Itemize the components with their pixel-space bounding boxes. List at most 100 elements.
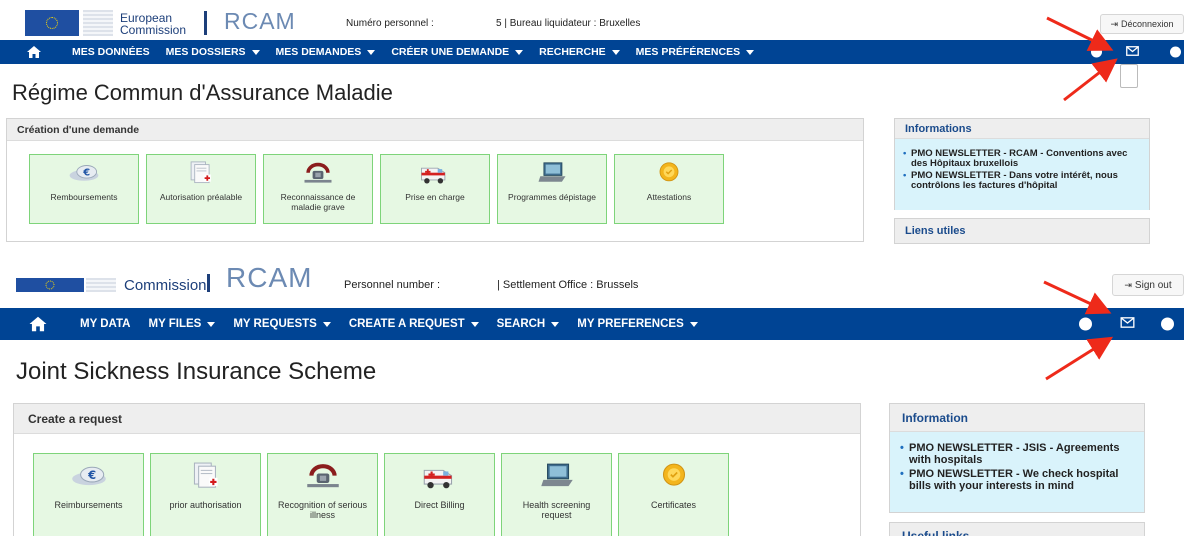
- laptop-icon: [535, 161, 569, 189]
- nav-menu: MES DONNÉES MES DOSSIERS MES DEMANDES CRÉER…: [72, 40, 770, 64]
- app-name: RCAM: [224, 8, 296, 34]
- info-icon[interactable]: i: [1161, 317, 1174, 331]
- request-tile-4[interactable]: Direct Billing: [384, 453, 495, 536]
- eu-flag-logo: [25, 10, 79, 36]
- request-tile-1[interactable]: € Reimbursements: [33, 453, 144, 536]
- nav-item-4[interactable]: CREATE A REQUEST: [349, 318, 479, 330]
- news-link[interactable]: PMO NEWSLETTER - We check hospital bills…: [900, 468, 1136, 492]
- main-nav: MES DONNÉES MES DOSSIERS MES DEMANDES CRÉER…: [0, 40, 1184, 64]
- tile-label: Certificates: [650, 500, 696, 510]
- nav-item-1[interactable]: MY DATA: [80, 318, 130, 330]
- logo-text-commission: Commission: [120, 23, 187, 37]
- tile-label: Recognition of serious illness: [277, 500, 368, 521]
- chevron-down-icon: [251, 49, 260, 55]
- personnel-number-label: Numéro personnel :: [346, 18, 434, 29]
- nav-menu: MY DATA MY FILES MY REQUESTS CREATE A REQUE…: [80, 308, 716, 340]
- information-panel: Informations PMO NEWSLETTER - RCAM - Con…: [894, 118, 1150, 210]
- nav-item-label: MY PREFERENCES: [577, 318, 684, 330]
- chevron-down-icon: [322, 321, 331, 327]
- logout-label: Sign out: [1134, 280, 1172, 291]
- svg-text:€: €: [82, 167, 90, 178]
- information-panel: Information PMO NEWSLETTER - JSIS - Agre…: [889, 403, 1145, 513]
- settlement-office: 5 | Bureau liquidateur : Bruxelles: [496, 18, 641, 29]
- rcam-french-screen: European Commission RCAM Numéro personne…: [0, 0, 1184, 244]
- chevron-down-icon: [515, 49, 524, 55]
- nav-item-label: MES PRÉFÉRENCES: [635, 46, 741, 58]
- prescription-document-icon: [184, 161, 218, 189]
- nav-item-2[interactable]: MES DOSSIERS: [166, 46, 260, 58]
- sign-out-icon: ⇥: [1110, 19, 1118, 29]
- create-request-panel: Create a request € Reimbursements prior au…: [13, 403, 861, 536]
- logout-button[interactable]: ⇥ Sign out: [1112, 274, 1184, 296]
- logo-stripes: [83, 10, 113, 36]
- ambulance-icon: [418, 161, 452, 189]
- tile-label: Prise en charge: [405, 192, 465, 202]
- request-tile-3[interactable]: Reconnaissance de maladie grave: [263, 154, 373, 224]
- logo-divider: [207, 274, 210, 292]
- nav-item-6[interactable]: MY PREFERENCES: [577, 318, 698, 330]
- jsis-english-screen: Commission RCAM Personnel number : | Set…: [0, 266, 1184, 536]
- messages-envelope-icon[interactable]: [1120, 315, 1135, 333]
- chevron-down-icon: [470, 321, 479, 327]
- site-header: European Commission RCAM Numéro personne…: [0, 0, 1184, 40]
- chevron-down-icon: [689, 321, 698, 327]
- settlement-office: | Settlement Office : Brussels: [497, 279, 639, 291]
- logo-text-commission: Commission: [124, 277, 207, 294]
- euro-coins-icon: €: [69, 462, 109, 494]
- messages-envelope-icon[interactable]: [1126, 43, 1139, 61]
- certificate-seal-icon: [654, 462, 694, 494]
- page-title: Régime Commun d'Assurance Maladie: [12, 80, 393, 105]
- home-icon[interactable]: [26, 45, 42, 59]
- nav-item-3[interactable]: MY REQUESTS: [233, 318, 331, 330]
- page-title: Joint Sickness Insurance Scheme: [16, 358, 377, 385]
- create-request-panel: Création d'une demande € Remboursements Au…: [6, 118, 864, 242]
- prescription-document-icon: [186, 462, 226, 494]
- request-tile-4[interactable]: Prise en charge: [380, 154, 490, 224]
- information-body: PMO NEWSLETTER - RCAM - Conventions avec…: [895, 139, 1149, 210]
- home-icon[interactable]: [28, 316, 48, 333]
- tile-label: prior authorisation: [169, 500, 242, 510]
- nav-item-3[interactable]: MES DEMANDES: [276, 46, 376, 58]
- request-tile-3[interactable]: Recognition of serious illness: [267, 453, 378, 536]
- nav-item-label: MES DONNÉES: [72, 46, 150, 58]
- request-tile-2[interactable]: Autorisation préalable: [146, 154, 256, 224]
- euro-coins-icon: €: [67, 161, 101, 189]
- request-tile-1[interactable]: € Remboursements: [29, 154, 139, 224]
- nav-item-label: SEARCH: [496, 318, 546, 330]
- stethoscope-icon: [303, 462, 343, 494]
- nav-item-5[interactable]: SEARCH: [497, 318, 560, 330]
- create-request-header: Création d'une demande: [7, 119, 863, 141]
- nav-item-label: MY REQUESTS: [233, 318, 317, 330]
- useful-links-header[interactable]: Liens utiles: [894, 218, 1150, 244]
- request-tile-5[interactable]: Programmes dépistage: [497, 154, 607, 224]
- tile-label: Health screening request: [522, 500, 591, 521]
- app-name: RCAM: [226, 266, 313, 293]
- main-nav: MY DATA MY FILES MY REQUESTS CREATE A REQUE…: [0, 308, 1184, 340]
- news-link[interactable]: PMO NEWSLETTER - Dans votre intérêt, nou…: [903, 171, 1141, 191]
- logout-button[interactable]: ⇥ Déconnexion: [1100, 14, 1184, 34]
- ambulance-icon: [420, 462, 460, 494]
- help-icon[interactable]: ?: [1079, 317, 1092, 331]
- nav-item-6[interactable]: MES PRÉFÉRENCES: [635, 46, 755, 58]
- laptop-icon: [537, 462, 577, 494]
- request-tile-6[interactable]: Certificates: [618, 453, 729, 536]
- nav-item-1[interactable]: MES DONNÉES: [72, 46, 150, 58]
- messages-dropdown-popup: [1120, 64, 1138, 88]
- request-tile-2[interactable]: prior authorisation: [150, 453, 261, 536]
- nav-item-label: RECHERCHE: [539, 46, 606, 58]
- request-tile-6[interactable]: Attestations: [614, 154, 724, 224]
- tile-label: Direct Billing: [414, 500, 465, 510]
- news-link[interactable]: PMO NEWSLETTER - JSIS - Agreements with …: [900, 442, 1136, 466]
- nav-item-label: MY FILES: [148, 318, 202, 330]
- chevron-down-icon: [746, 49, 755, 55]
- news-link[interactable]: PMO NEWSLETTER - RCAM - Conventions avec…: [903, 149, 1141, 169]
- nav-item-5[interactable]: RECHERCHE: [539, 46, 620, 58]
- certificate-seal-icon: [652, 161, 686, 189]
- nav-item-4[interactable]: CRÉER UNE DEMANDE: [391, 46, 524, 58]
- help-icon[interactable]: ?: [1091, 46, 1102, 58]
- info-icon[interactable]: i: [1170, 46, 1181, 58]
- request-tile-5[interactable]: Health screening request: [501, 453, 612, 536]
- information-body: PMO NEWSLETTER - JSIS - Agreements with …: [890, 432, 1144, 512]
- nav-item-2[interactable]: MY FILES: [148, 318, 216, 330]
- useful-links-header[interactable]: Useful links: [889, 522, 1145, 536]
